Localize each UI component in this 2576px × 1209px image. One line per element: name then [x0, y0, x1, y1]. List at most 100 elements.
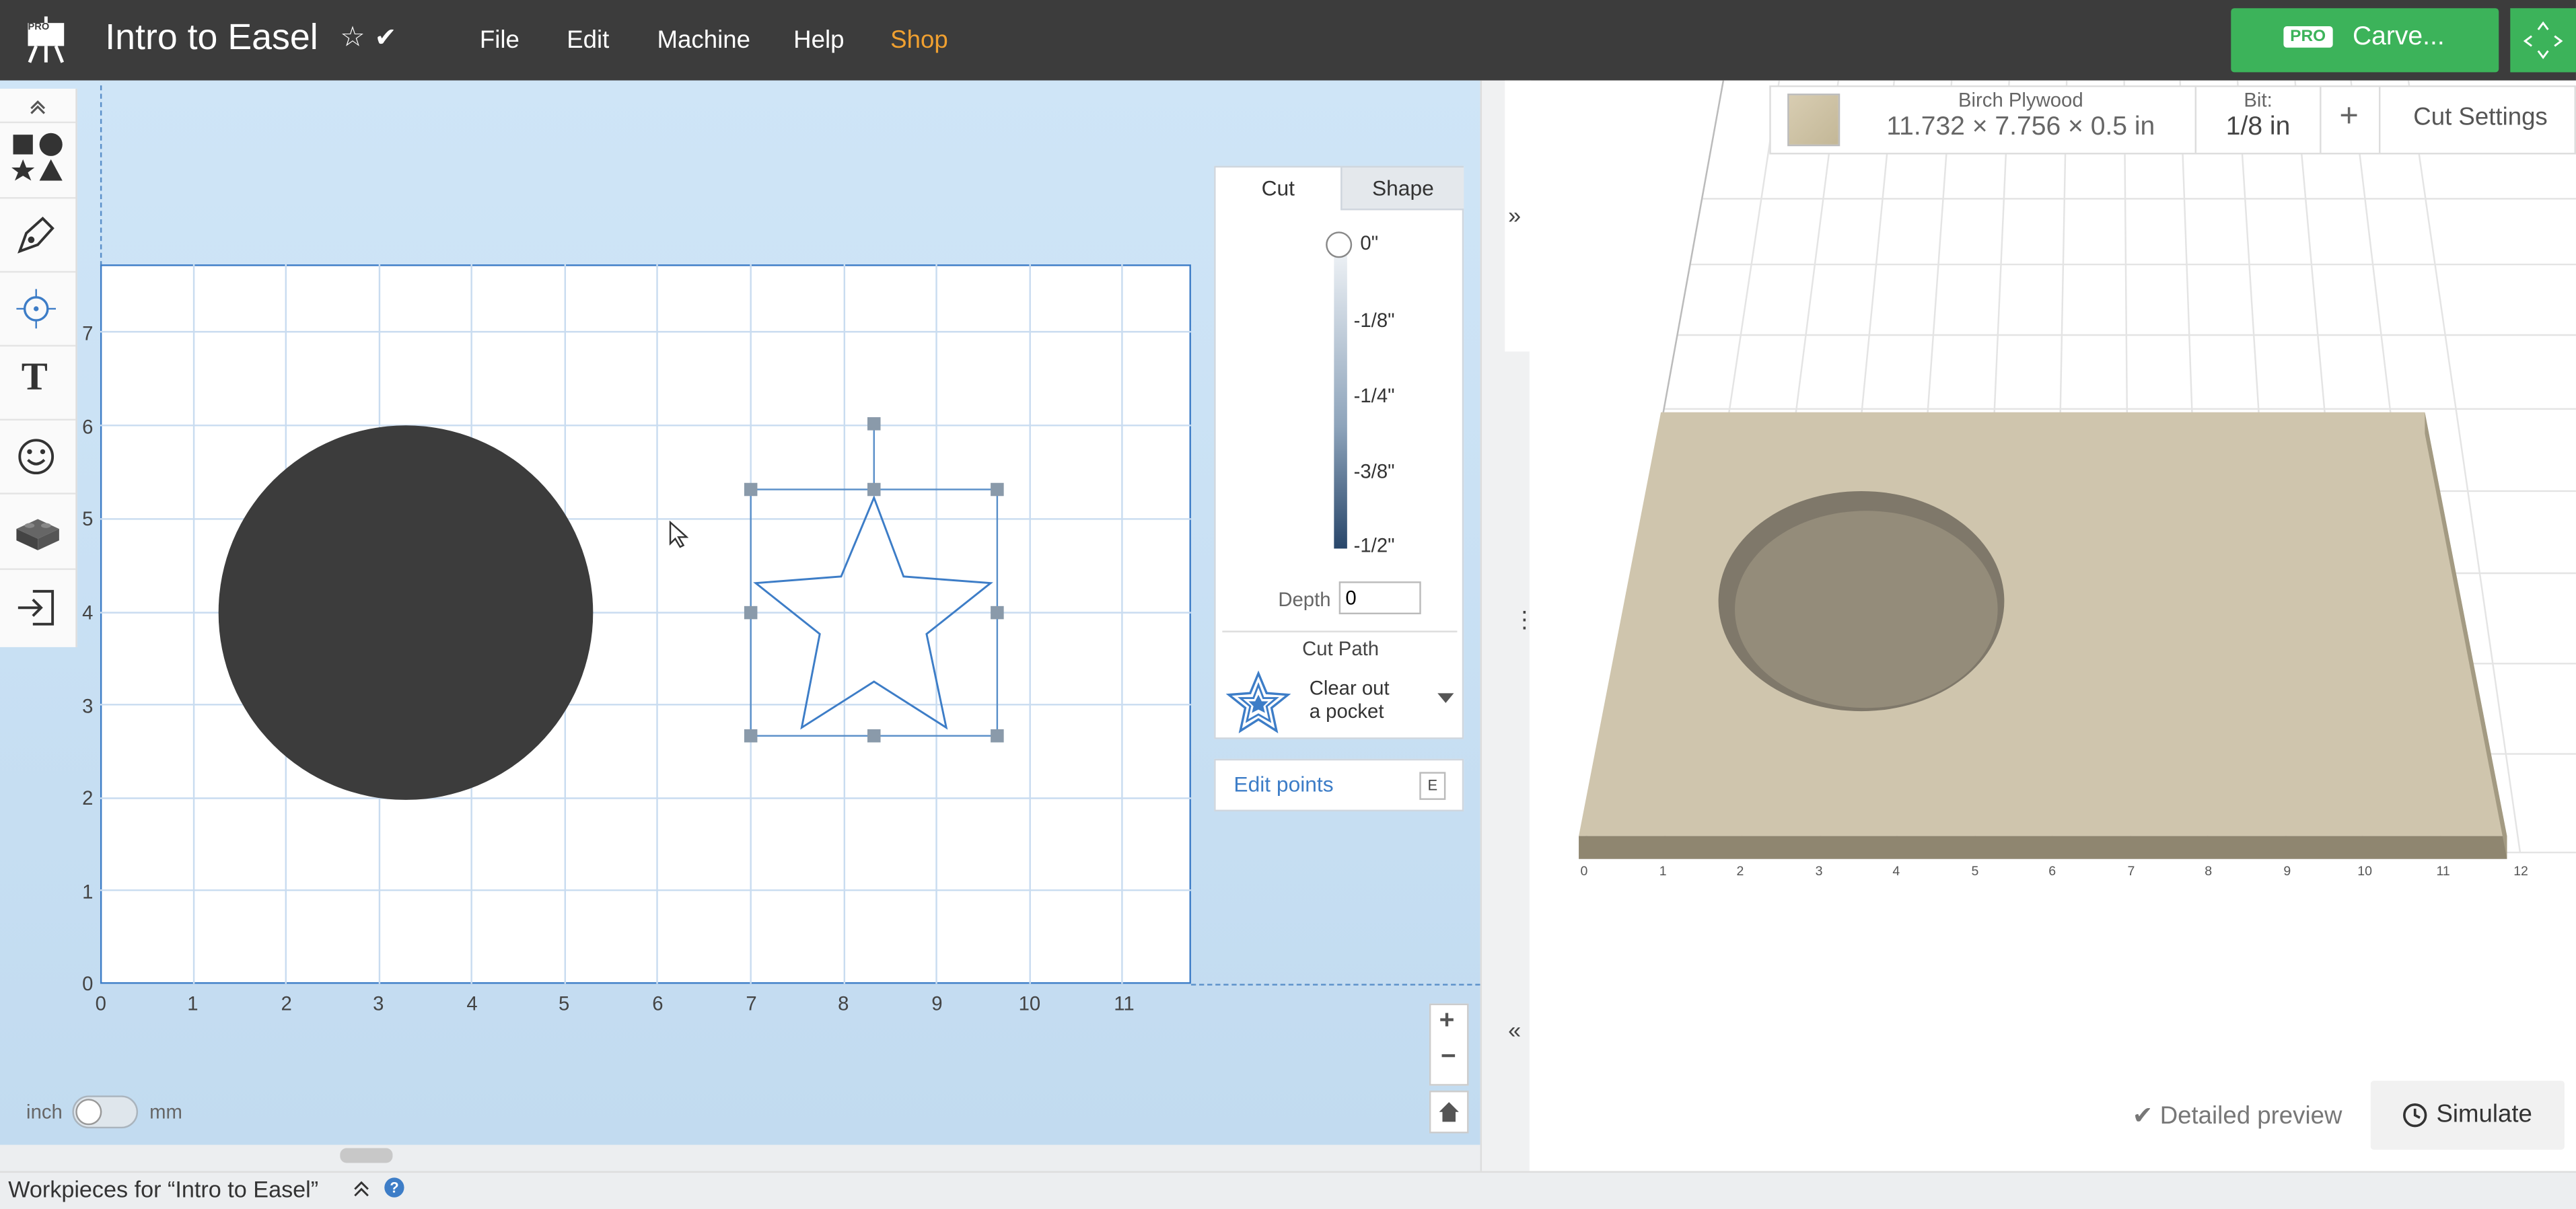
resize-handle-e[interactable] [991, 606, 1004, 620]
depth-mark-1-2: -1/2" [1353, 534, 1395, 557]
menu-machine[interactable]: Machine [657, 26, 750, 54]
tab-shape[interactable]: Shape [1340, 168, 1464, 211]
depth-slider-track[interactable] [1334, 243, 1347, 549]
resize-handle-nw[interactable] [744, 482, 758, 497]
preview-x-tick-12: 12 [2513, 864, 2528, 879]
edit-points-button[interactable]: Edit points E [1214, 758, 1464, 812]
cut-panel-divider [1222, 630, 1458, 632]
carve-label: Carve... [2352, 23, 2445, 51]
preview-x-tick-3: 3 [1815, 864, 1823, 879]
x-tick-11: 11 [1114, 992, 1135, 1015]
x-tick-9: 9 [931, 992, 943, 1015]
shapes-tool[interactable] [0, 122, 76, 199]
preview-x-tick-10: 10 [2357, 864, 2373, 879]
circle-shape[interactable] [218, 425, 594, 800]
depth-input[interactable] [1338, 581, 1421, 615]
shapes-icon [11, 133, 63, 181]
rotate-handle[interactable] [867, 417, 881, 431]
x-tick-1: 1 [187, 992, 199, 1015]
chevron-left-icon[interactable]: « [1508, 1017, 1521, 1043]
preview-x-tick-1: 1 [1659, 864, 1667, 879]
tab-cut[interactable]: Cut [1215, 168, 1341, 211]
chevron-up-icon [30, 100, 46, 114]
bit-selector[interactable]: Bit: 1/8 in [2196, 87, 2322, 153]
import-tool[interactable] [0, 572, 75, 644]
tool-bar: T [0, 88, 77, 647]
y-tick-1: 1 [82, 880, 94, 904]
add-bit-button[interactable]: + [2322, 87, 2381, 153]
menu-edit[interactable]: Edit [567, 26, 609, 54]
home-icon [1439, 1102, 1459, 1122]
y-tick-5: 5 [82, 507, 94, 531]
minus-icon[interactable]: − [1441, 1043, 1456, 1072]
resize-handle-ne[interactable] [991, 482, 1004, 497]
design-canvas[interactable] [100, 264, 1191, 984]
target-tool[interactable] [0, 272, 76, 347]
resize-handle-w[interactable] [744, 606, 758, 620]
cut-path-select[interactable]: Clear out a pocket [1310, 677, 1390, 723]
star-shape[interactable] [753, 494, 993, 730]
preview-x-tick-8: 8 [2205, 864, 2213, 879]
x-tick-0: 0 [95, 992, 106, 1015]
menu-help[interactable]: Help [793, 26, 844, 54]
material-dimensions: 11.732 × 7.756 × 0.5 in [1886, 113, 2155, 141]
cut-settings-button[interactable]: Cut Settings [2413, 104, 2548, 132]
fullscreen-toggle-button[interactable] [2510, 8, 2576, 73]
expand-arrows-icon [2523, 21, 2563, 59]
home-view-button[interactable] [1429, 1091, 1469, 1134]
check-icon: ✔ [374, 24, 397, 53]
project-title[interactable]: Intro to Easel [105, 16, 318, 59]
edit-points-label: Edit points [1233, 772, 1334, 797]
clock-icon [2403, 1103, 2427, 1128]
carve-preview[interactable]: 0 1 2 3 4 5 6 7 8 9 10 11 12 [1529, 80, 2576, 1171]
workpieces-toggle[interactable]: Workpieces for “Intro to Easel” [8, 1176, 318, 1202]
menu-file[interactable]: File [480, 26, 520, 54]
depth-label: Depth [1278, 587, 1331, 612]
add-bit-icon: + [2339, 98, 2359, 135]
canvas-shapes [218, 417, 1004, 800]
cut-panel: Cut Shape 0" -1/8" -1/4" -3/8" -1/2" Dep… [1214, 166, 1464, 739]
text-tool[interactable]: T [0, 346, 76, 420]
star-icon[interactable]: ☆ [340, 22, 365, 54]
material-selector[interactable]: Birch Plywood 11.732 × 7.756 × 0.5 in [1771, 87, 2197, 153]
preview-x-tick-5: 5 [1971, 864, 1979, 879]
depth-mark-1-8: -1/8" [1353, 308, 1395, 332]
resize-handle-sw[interactable] [744, 729, 758, 743]
bit-value: 1/8 in [2225, 113, 2291, 141]
emoji-tool[interactable] [0, 420, 76, 494]
guide-line-vertical [100, 85, 102, 266]
menu-shop[interactable]: Shop [890, 26, 948, 54]
depth-mark-3-8: -3/8" [1353, 460, 1395, 483]
horizontal-scrollbar[interactable] [340, 1148, 393, 1163]
mouse-cursor-icon [669, 520, 688, 548]
carve-button[interactable]: PRO Carve... [2231, 8, 2499, 73]
selection-box [750, 488, 999, 737]
depth-slider-handle[interactable] [1326, 231, 1353, 258]
unit-toggle[interactable] [72, 1095, 139, 1129]
preview-x-tick-2: 2 [1736, 864, 1744, 879]
y-tick-4: 4 [82, 601, 94, 624]
target-icon [16, 289, 57, 329]
chevron-right-icon[interactable]: » [1508, 202, 1521, 228]
material-swatch [1787, 94, 1840, 147]
preview-grid [1579, 80, 2576, 859]
chevron-down-icon[interactable] [1437, 693, 1454, 704]
chevron-up-icon[interactable] [351, 1179, 371, 1199]
simulate-button[interactable]: Simulate [2370, 1080, 2565, 1150]
plus-icon[interactable]: + [1439, 1007, 1455, 1037]
material-info-bar: Birch Plywood 11.732 × 7.756 × 0.5 in Bi… [1769, 85, 2576, 155]
resize-handle-s[interactable] [867, 729, 881, 743]
apps-tool[interactable] [0, 496, 76, 571]
guide-line-horizontal [1190, 984, 1480, 986]
preview-x-tick-0: 0 [1580, 864, 1588, 879]
help-icon[interactable]: ? [384, 1177, 404, 1198]
resize-handle-n[interactable] [867, 482, 881, 497]
lego-icon [16, 519, 59, 550]
carve-pro-badge: PRO [2283, 26, 2332, 48]
pen-tool[interactable] [0, 198, 76, 273]
detailed-preview-toggle[interactable]: ✔ Detailed preview [2133, 1101, 2342, 1130]
collapse-toolbar-button[interactable] [0, 89, 76, 124]
emoji-icon [18, 439, 55, 475]
resize-handle-se[interactable] [991, 729, 1004, 743]
edit-points-shortcut: E [1419, 772, 1446, 800]
